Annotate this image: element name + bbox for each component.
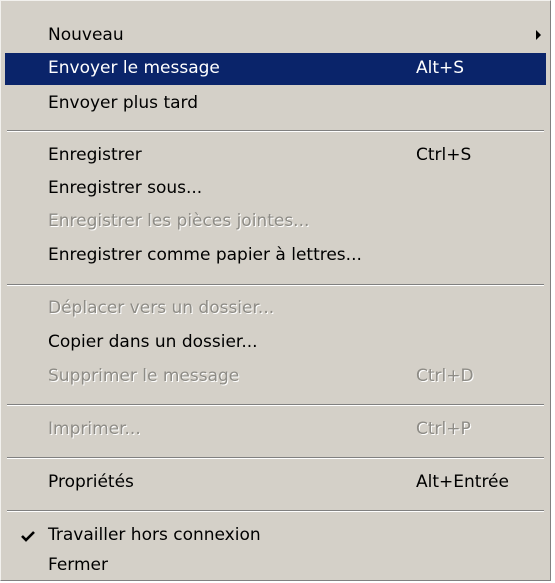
menu-item-shortcut: Ctrl+D — [416, 366, 474, 386]
menu-item-label: Travailler hors connexion — [48, 525, 261, 545]
menu-item-label: Enregistrer les pièces jointes... — [48, 211, 310, 231]
checkmark-icon — [21, 531, 35, 542]
menu-item-envoyer-le-message[interactable]: Envoyer le message Alt+S — [5, 53, 546, 85]
menu-item-label: Fermer — [48, 555, 109, 575]
menu-item-shortcut: Alt+Entrée — [416, 472, 509, 492]
menu-item-imprimer: Imprimer... Ctrl+P — [5, 414, 546, 446]
menu-item-enregistrer-pieces-jointes: Enregistrer les pièces jointes... — [5, 206, 546, 238]
menu-item-label: Déplacer vers un dossier... — [48, 298, 275, 318]
menu-item-shortcut: Ctrl+S — [416, 145, 472, 165]
menu-item-enregistrer-papier-a-lettres[interactable]: Enregistrer comme papier à lettres... — [5, 240, 546, 272]
menu-item-label: Envoyer plus tard — [48, 93, 199, 113]
menu-item-label: Enregistrer — [48, 145, 142, 165]
menu-item-enregistrer-sous[interactable]: Enregistrer sous... — [5, 173, 546, 205]
menu-item-shortcut: Alt+S — [416, 58, 465, 78]
menu-item-proprietes[interactable]: Propriétés Alt+Entrée — [5, 467, 546, 499]
menu-separator — [7, 130, 544, 132]
file-menu: Nouveau Envoyer le message Alt+S Envoyer… — [0, 0, 551, 581]
menu-item-envoyer-plus-tard[interactable]: Envoyer plus tard — [5, 88, 546, 120]
menu-item-enregistrer[interactable]: Enregistrer Ctrl+S — [5, 140, 546, 172]
menu-item-label: Copier dans un dossier... — [48, 332, 258, 352]
menu-separator — [7, 284, 544, 286]
menu-item-deplacer-vers-dossier: Déplacer vers un dossier... — [5, 293, 546, 325]
submenu-arrow-icon — [536, 30, 541, 40]
menu-separator — [7, 457, 544, 459]
menu-item-nouveau[interactable]: Nouveau — [5, 20, 546, 52]
menu-item-supprimer-le-message: Supprimer le message Ctrl+D — [5, 361, 546, 393]
menu-separator — [7, 510, 544, 512]
menu-item-copier-dans-dossier[interactable]: Copier dans un dossier... — [5, 327, 546, 359]
menu-item-label: Propriétés — [48, 472, 134, 492]
menu-item-label: Imprimer... — [48, 419, 141, 439]
menu-item-label: Enregistrer sous... — [48, 178, 203, 198]
menu-item-travailler-hors-connexion[interactable]: Travailler hors connexion — [5, 520, 546, 552]
menu-item-label: Nouveau — [48, 25, 124, 45]
menu-item-fermer[interactable]: Fermer — [5, 550, 546, 582]
menu-item-label: Supprimer le message — [48, 366, 240, 386]
menu-item-shortcut: Ctrl+P — [416, 419, 471, 439]
menu-item-label: Enregistrer comme papier à lettres... — [48, 245, 362, 265]
menu-separator — [7, 404, 544, 406]
menu-item-label: Envoyer le message — [48, 58, 220, 78]
